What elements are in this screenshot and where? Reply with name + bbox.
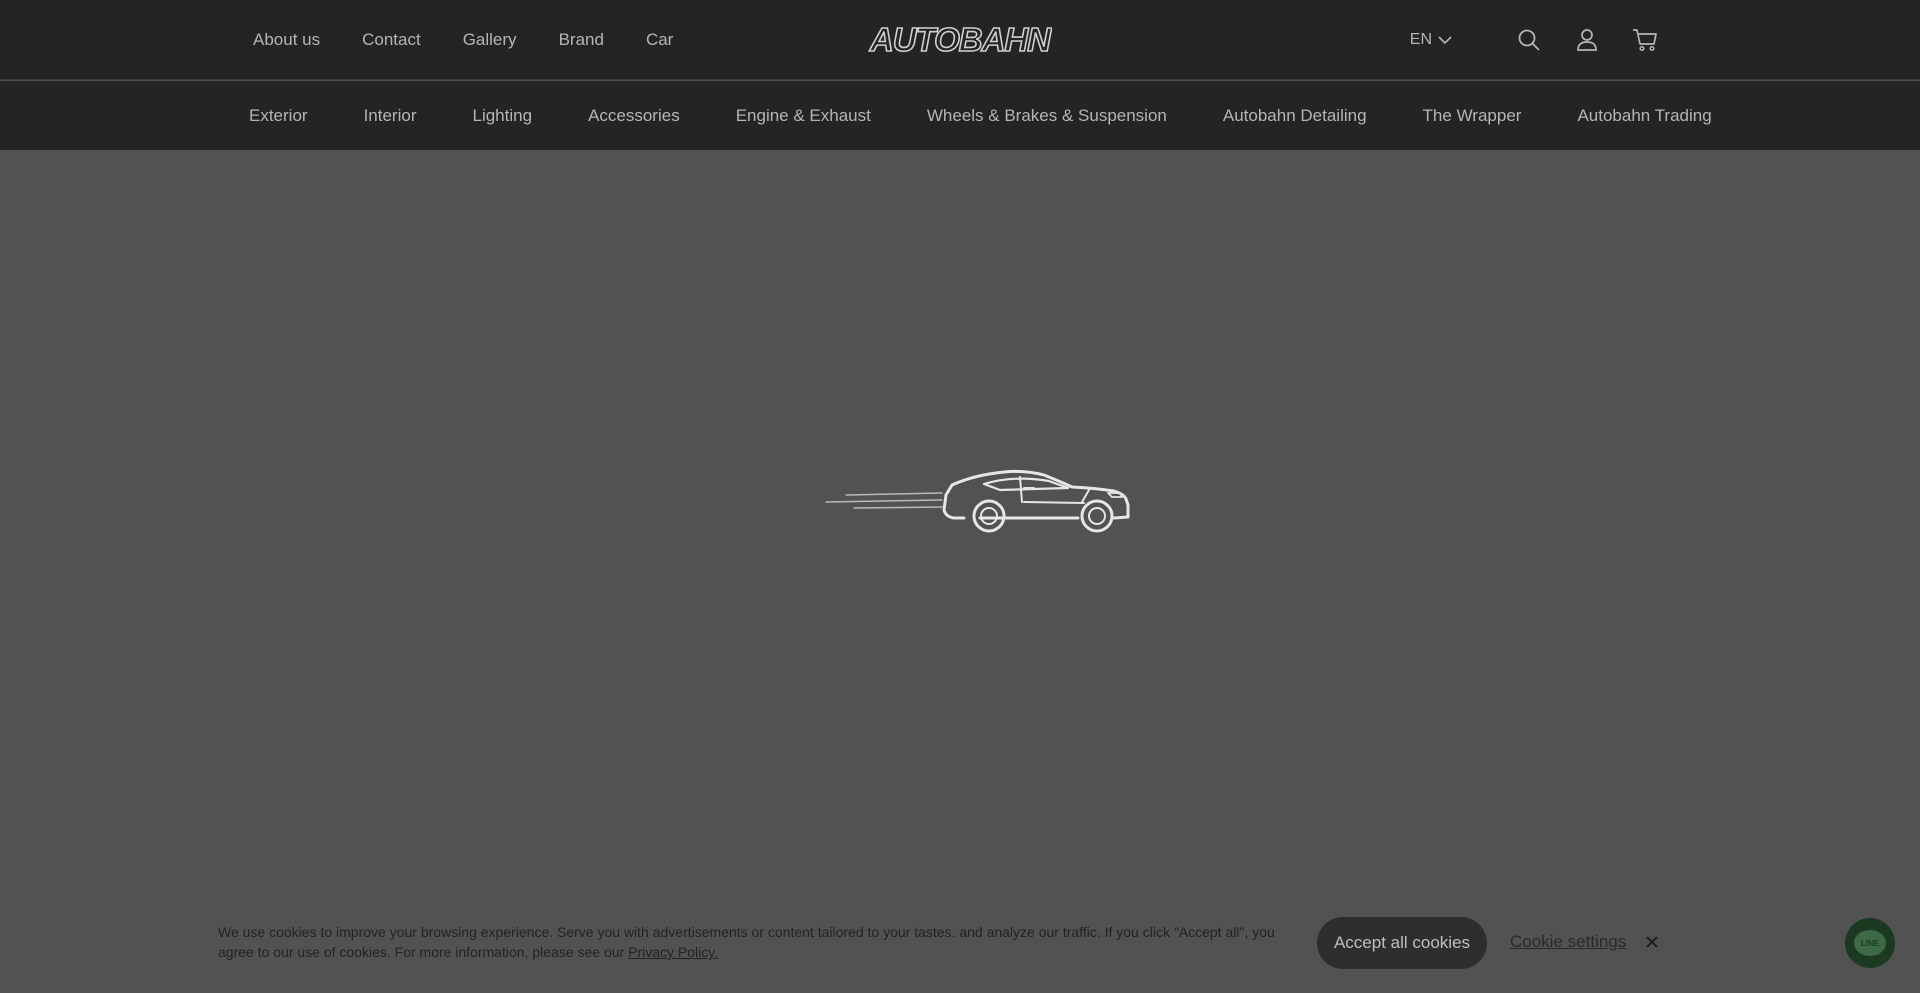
logo-text: AUTOBAHN bbox=[869, 22, 1052, 56]
nav-contact[interactable]: Contact bbox=[362, 0, 421, 80]
category-the-wrapper[interactable]: The Wrapper bbox=[1423, 106, 1522, 126]
cookie-settings-link[interactable]: Cookie settings bbox=[1510, 932, 1626, 952]
chevron-down-icon bbox=[1438, 35, 1452, 44]
category-exterior[interactable]: Exterior bbox=[249, 106, 308, 126]
accept-all-cookies-button[interactable]: Accept all cookies bbox=[1317, 917, 1487, 969]
category-lighting[interactable]: Lighting bbox=[473, 106, 533, 126]
category-autobahn-detailing[interactable]: Autobahn Detailing bbox=[1223, 106, 1367, 126]
category-accessories[interactable]: Accessories bbox=[588, 106, 680, 126]
category-nav: Exterior Interior Lighting Accessories E… bbox=[249, 81, 1712, 150]
cookie-message: We use cookies to improve your browsing … bbox=[218, 922, 1278, 962]
close-icon[interactable] bbox=[1643, 933, 1661, 951]
line-chat-label: LINE bbox=[1860, 938, 1880, 948]
account-icon[interactable] bbox=[1574, 27, 1600, 53]
car-loading-icon bbox=[825, 469, 1130, 533]
nav-gallery[interactable]: Gallery bbox=[463, 0, 517, 80]
cookie-banner: We use cookies to improve your browsing … bbox=[0, 880, 1920, 993]
nav-about-us[interactable]: About us bbox=[253, 0, 320, 80]
header-actions: EN bbox=[1410, 0, 1658, 80]
category-autobahn-trading[interactable]: Autobahn Trading bbox=[1577, 106, 1711, 126]
privacy-policy-link[interactable]: Privacy Policy. bbox=[628, 944, 718, 960]
autobahn-logo[interactable]: AUTOBAHN bbox=[868, 22, 1052, 56]
category-bar: Exterior Interior Lighting Accessories E… bbox=[0, 81, 1920, 150]
category-interior[interactable]: Interior bbox=[364, 106, 417, 126]
top-header: About us Contact Gallery Brand Car AUTOB… bbox=[0, 0, 1920, 80]
cart-icon[interactable] bbox=[1632, 27, 1658, 53]
nav-brand[interactable]: Brand bbox=[559, 0, 604, 80]
language-label: EN bbox=[1409, 31, 1432, 48]
line-chat-button[interactable]: LINE bbox=[1845, 918, 1895, 968]
nav-car[interactable]: Car bbox=[646, 0, 673, 80]
category-engine-exhaust[interactable]: Engine & Exhaust bbox=[736, 106, 871, 126]
search-icon[interactable] bbox=[1516, 27, 1542, 53]
category-wheels-brakes-suspension[interactable]: Wheels & Brakes & Suspension bbox=[927, 106, 1167, 126]
top-nav: About us Contact Gallery Brand Car bbox=[253, 0, 715, 80]
language-selector[interactable]: EN bbox=[1410, 31, 1452, 49]
line-chat-icon: LINE bbox=[1854, 930, 1886, 956]
cookie-text: We use cookies to improve your browsing … bbox=[218, 924, 1275, 960]
